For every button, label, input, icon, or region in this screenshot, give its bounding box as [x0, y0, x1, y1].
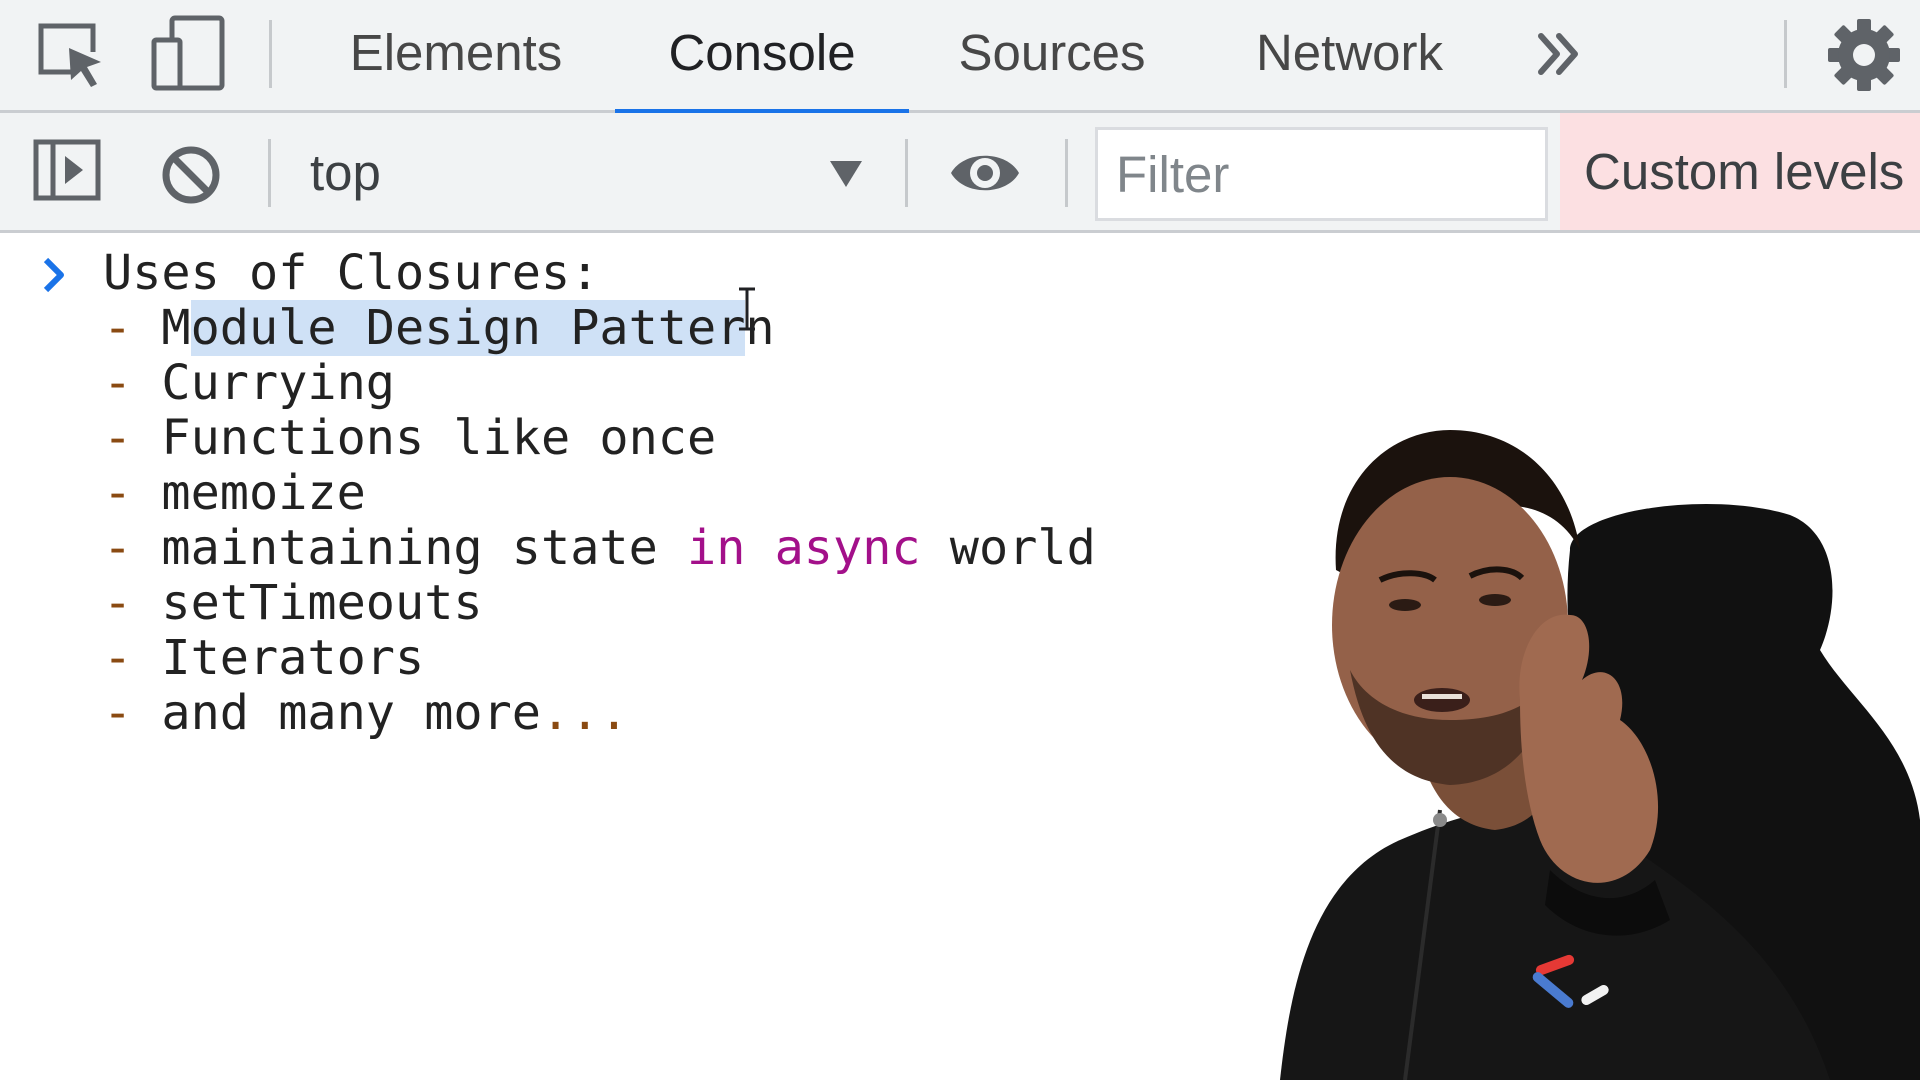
javascript-context-select[interactable]: top [272, 127, 872, 219]
list-item-text: maintaining state [161, 520, 687, 576]
toolbar-divider [268, 139, 271, 207]
list-item: - maintaining state in async world [103, 521, 1096, 576]
console-log-message[interactable]: Uses of Closures: - Module Design Patter… [103, 246, 1096, 741]
list-item: - memoize [103, 466, 1096, 521]
list-item-text: setTimeouts [161, 575, 483, 631]
inspect-element-icon[interactable] [31, 14, 113, 96]
log-header: Uses of Closures: [103, 245, 600, 301]
tab-sources[interactable]: Sources [937, 0, 1167, 113]
list-item: - Iterators [103, 631, 1096, 686]
list-dash: - [103, 410, 133, 466]
list-item-text: Functions like once [161, 410, 717, 466]
filter-input[interactable] [1095, 127, 1548, 221]
toolbar-divider [1065, 139, 1068, 207]
list-item-text: Iterators [161, 630, 425, 686]
devtools-tabbar: Elements Console Sources Network [0, 0, 1920, 116]
tabbar-divider [269, 20, 272, 88]
list-dash: - [103, 685, 133, 741]
keyword-text: in async [687, 520, 921, 576]
show-sidebar-icon[interactable] [33, 139, 101, 201]
list-dash: - [103, 630, 133, 686]
list-dash: - [103, 300, 133, 356]
clear-console-icon[interactable] [161, 145, 221, 205]
list-dash: - [103, 355, 133, 411]
tab-elements[interactable]: Elements [334, 0, 578, 113]
chevron-right-icon [41, 255, 67, 295]
list-item-text: memoize [161, 465, 366, 521]
tab-network[interactable]: Network [1231, 0, 1468, 113]
presenter-webcam-overlay [1150, 400, 1920, 1080]
more-tabs-icon[interactable] [1525, 22, 1595, 86]
list-item-text: and many more [161, 685, 541, 741]
toolbar-divider [905, 139, 908, 207]
tab-console[interactable]: Console [615, 0, 909, 116]
console-toolbar: top Custom levels [0, 113, 1920, 233]
log-levels-dropdown[interactable]: Custom levels [1560, 113, 1920, 230]
selected-text: odule Design Patter [190, 300, 746, 356]
gear-icon[interactable] [1826, 17, 1902, 93]
list-item: - setTimeouts [103, 576, 1096, 631]
text-cursor-icon [736, 286, 758, 332]
list-item-text: Currying [161, 355, 396, 411]
list-item-text: world [920, 520, 1096, 576]
list-item: - and many more... [103, 686, 1096, 741]
context-label: top [310, 144, 381, 201]
triangle-down-icon [828, 159, 864, 189]
eye-icon[interactable] [948, 143, 1022, 203]
list-dash: - [103, 575, 133, 631]
list-item: - Module Design Pattern [103, 300, 775, 356]
device-toolbar-icon[interactable] [146, 14, 228, 96]
ellipsis-text: ... [541, 685, 629, 741]
list-dash: - [103, 465, 133, 521]
tabbar-divider [1784, 20, 1787, 88]
devtools-window: Elements Console Sources Network top Fil… [0, 0, 1920, 1080]
list-item: - Functions like once [103, 411, 1096, 466]
list-item: - Currying [103, 356, 1096, 411]
list-dash: - [103, 520, 133, 576]
